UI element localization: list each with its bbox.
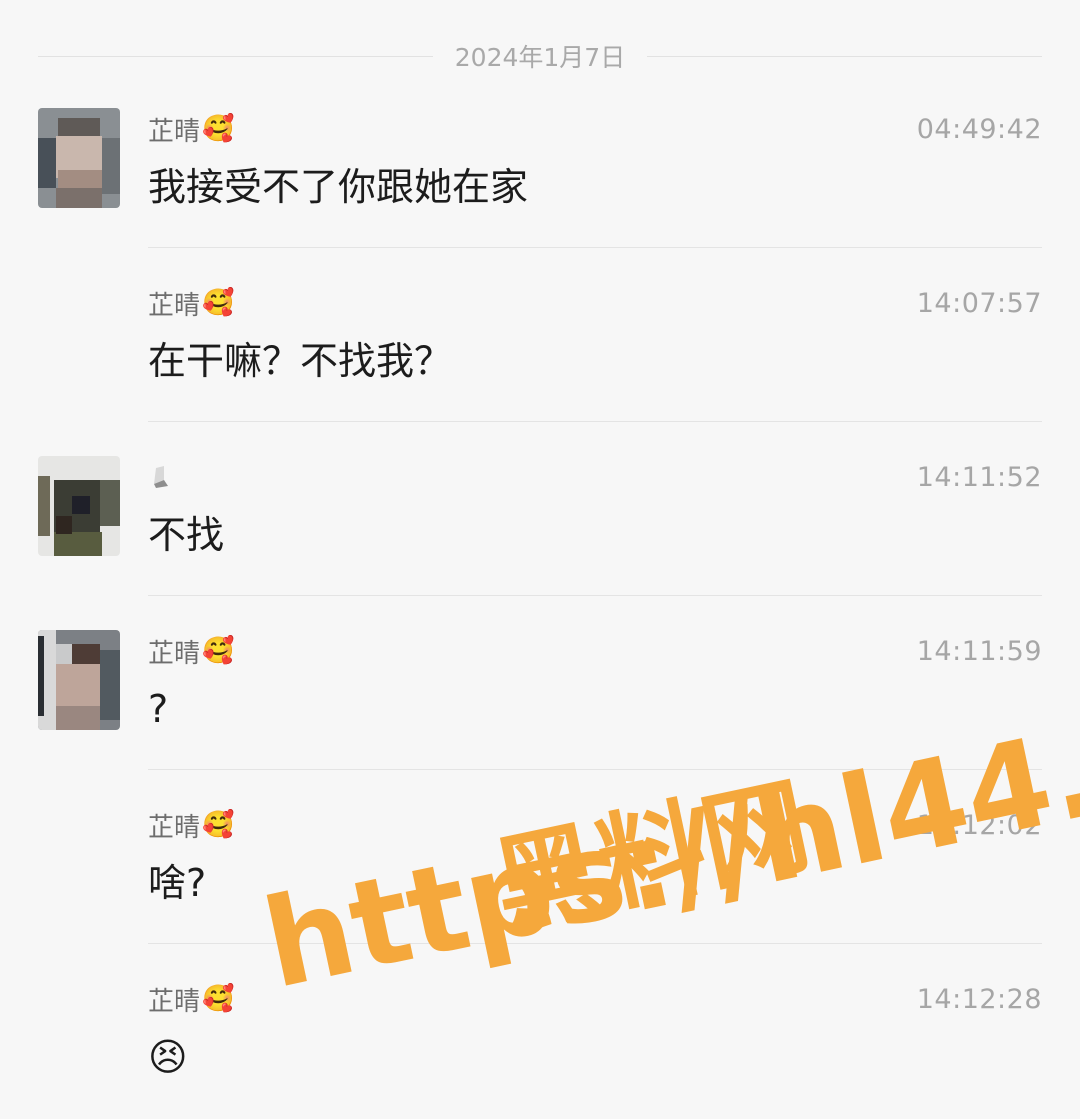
message-item[interactable]: 14:11:52 不找 — [0, 348, 1080, 596]
message-time: 14:11:52 — [916, 462, 1042, 493]
sender-name — [148, 460, 174, 494]
sender-name: 芷晴 🥰 — [148, 112, 235, 147]
message-time: 14:11:59 — [916, 636, 1042, 667]
smiling-face-hearts-icon: 🥰 — [202, 114, 235, 144]
smiling-face-hearts-icon: 🥰 — [202, 984, 235, 1014]
message-time: 04:49:42 — [916, 114, 1042, 145]
smiling-face-hearts-icon: 🥰 — [202, 636, 235, 666]
smiling-face-hearts-icon: 🥰 — [202, 810, 235, 840]
sender-name: 芷晴 🥰 — [148, 634, 235, 669]
sender-mark-icon — [154, 466, 168, 488]
sender-name-text: 芷晴 — [148, 638, 201, 669]
sender-name-text: 芷晴 — [148, 986, 201, 1017]
message-time: 14:07:57 — [916, 288, 1042, 319]
message-item[interactable]: 芷晴 🥰 14:12:02 啥? — [0, 696, 1080, 944]
sender-name: 芷晴 🥰 — [148, 808, 235, 843]
message-item[interactable]: 芷晴 🥰 14:11:59 ? — [0, 522, 1080, 770]
sender-name-text: 芷晴 — [148, 812, 201, 843]
message-item[interactable]: 芷晴 🥰 14:12:28 😣 — [0, 870, 1080, 1079]
message-time: 14:12:02 — [916, 810, 1042, 841]
smiling-face-hearts-icon: 🥰 — [202, 288, 235, 318]
message-text[interactable]: 😣 — [148, 1032, 188, 1082]
message-item[interactable]: 芷晴 🥰 04:49:42 我接受不了你跟她在家 — [0, 0, 1080, 248]
message-time: 14:12:28 — [916, 984, 1042, 1015]
sender-name: 芷晴 🥰 — [148, 982, 235, 1017]
sender-name-text: 芷晴 — [148, 116, 201, 147]
sender-name: 芷晴 🥰 — [148, 286, 235, 321]
sender-name-text: 芷晴 — [148, 290, 201, 321]
message-item[interactable]: 芷晴 🥰 14:07:57 在干嘛？不找我？ — [0, 174, 1080, 422]
message-list: 芷晴 🥰 04:49:42 我接受不了你跟她在家 芷晴 🥰 14:07:57 在… — [0, 0, 1080, 1119]
